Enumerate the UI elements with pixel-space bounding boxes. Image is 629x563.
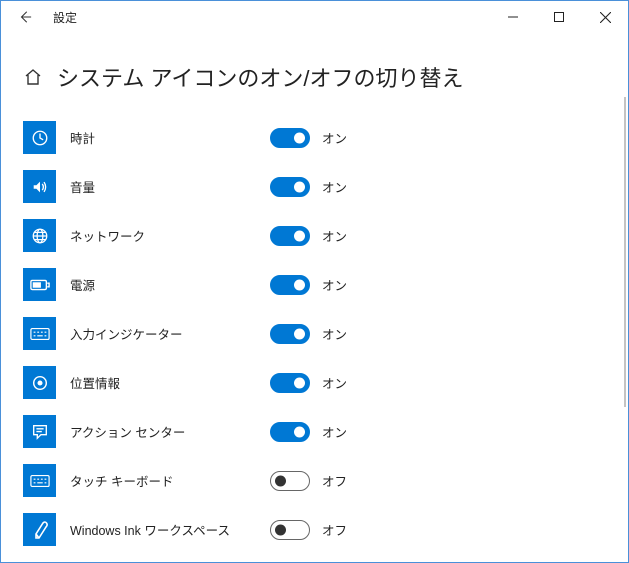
setting-label: タッチ キーボード bbox=[70, 471, 270, 490]
setting-row-location: 位置情報 オン bbox=[23, 366, 606, 399]
toggle-knob bbox=[294, 328, 305, 339]
location-icon bbox=[23, 366, 56, 399]
scrollbar[interactable] bbox=[624, 97, 626, 407]
touchkb-icon bbox=[23, 464, 56, 497]
setting-label: アクション センター bbox=[70, 422, 270, 441]
setting-label: 時計 bbox=[70, 128, 270, 147]
toggle-state-label: オン bbox=[322, 373, 347, 392]
toggle-knob bbox=[294, 377, 305, 388]
volume-icon bbox=[23, 170, 56, 203]
setting-row-action: アクション センター オン bbox=[23, 415, 606, 448]
close-icon bbox=[600, 12, 611, 23]
network-icon bbox=[23, 219, 56, 252]
setting-label: 位置情報 bbox=[70, 373, 270, 392]
setting-row-network: ネットワーク オン bbox=[23, 219, 606, 252]
toggle-knob bbox=[275, 524, 286, 535]
clock-icon bbox=[23, 121, 56, 154]
maximize-button[interactable] bbox=[536, 1, 582, 33]
setting-label: Windows Ink ワークスペース bbox=[70, 520, 270, 539]
toggle-wrap: オン bbox=[270, 226, 347, 246]
toggle-network[interactable] bbox=[270, 226, 310, 246]
toggle-wrap: オン bbox=[270, 324, 347, 344]
setting-row-ime: 入力インジケーター オン bbox=[23, 317, 606, 350]
setting-row-volume: 音量 オン bbox=[23, 170, 606, 203]
toggle-state-label: オフ bbox=[322, 520, 347, 539]
toggle-volume[interactable] bbox=[270, 177, 310, 197]
toggle-wrap: オン bbox=[270, 422, 347, 442]
toggle-wrap: オフ bbox=[270, 520, 347, 540]
setting-row-power: 電源 オン bbox=[23, 268, 606, 301]
toggle-state-label: オン bbox=[322, 128, 347, 147]
toggle-touchkb[interactable] bbox=[270, 471, 310, 491]
setting-row-clock: 時計 オン bbox=[23, 121, 606, 154]
toggle-state-label: オン bbox=[322, 324, 347, 343]
power-icon bbox=[23, 268, 56, 301]
toggle-power[interactable] bbox=[270, 275, 310, 295]
settings-list: 時計オン音量オンネットワークオン電源オン入力インジケーターオン位置情報オンアクシ… bbox=[23, 121, 606, 546]
setting-label: ネットワーク bbox=[70, 226, 270, 245]
setting-label: 電源 bbox=[70, 275, 270, 294]
toggle-state-label: オン bbox=[322, 275, 347, 294]
content-area: システム アイコンのオン/オフの切り替え 時計オン音量オンネットワークオン電源オ… bbox=[1, 51, 628, 562]
setting-row-touchkb: タッチ キーボード オフ bbox=[23, 464, 606, 497]
toggle-knob bbox=[294, 230, 305, 241]
toggle-state-label: オン bbox=[322, 422, 347, 441]
settings-window: 設定 システム アイコンのオン/オフの切り替え 時計オン音量オンネットワークオン… bbox=[0, 0, 629, 563]
arrow-left-icon bbox=[18, 10, 32, 24]
page-title: システム アイコンのオン/オフの切り替え bbox=[57, 61, 463, 93]
maximize-icon bbox=[554, 12, 564, 22]
close-button[interactable] bbox=[582, 1, 628, 33]
toggle-state-label: オン bbox=[322, 177, 347, 196]
toggle-knob bbox=[294, 426, 305, 437]
toggle-action[interactable] bbox=[270, 422, 310, 442]
page-header: システム アイコンのオン/オフの切り替え bbox=[23, 61, 606, 93]
setting-row-ink: Windows Ink ワークスペース オフ bbox=[23, 513, 606, 546]
toggle-knob bbox=[294, 279, 305, 290]
back-button[interactable] bbox=[1, 1, 49, 33]
home-icon[interactable] bbox=[23, 67, 43, 87]
toggle-wrap: オン bbox=[270, 128, 347, 148]
toggle-state-label: オフ bbox=[322, 471, 347, 490]
ime-icon bbox=[23, 317, 56, 350]
toggle-knob bbox=[294, 181, 305, 192]
toggle-knob bbox=[275, 475, 286, 486]
toggle-location[interactable] bbox=[270, 373, 310, 393]
minimize-button[interactable] bbox=[490, 1, 536, 33]
window-title: 設定 bbox=[49, 9, 77, 26]
action-icon bbox=[23, 415, 56, 448]
toggle-state-label: オン bbox=[322, 226, 347, 245]
setting-label: 入力インジケーター bbox=[70, 324, 270, 343]
toggle-wrap: オン bbox=[270, 373, 347, 393]
toggle-ink[interactable] bbox=[270, 520, 310, 540]
toggle-knob bbox=[294, 132, 305, 143]
minimize-icon bbox=[508, 12, 518, 22]
toggle-clock[interactable] bbox=[270, 128, 310, 148]
toggle-wrap: オン bbox=[270, 177, 347, 197]
toggle-wrap: オフ bbox=[270, 471, 347, 491]
toggle-wrap: オン bbox=[270, 275, 347, 295]
titlebar: 設定 bbox=[1, 1, 628, 33]
toggle-ime[interactable] bbox=[270, 324, 310, 344]
setting-label: 音量 bbox=[70, 177, 270, 196]
ink-icon bbox=[23, 513, 56, 546]
